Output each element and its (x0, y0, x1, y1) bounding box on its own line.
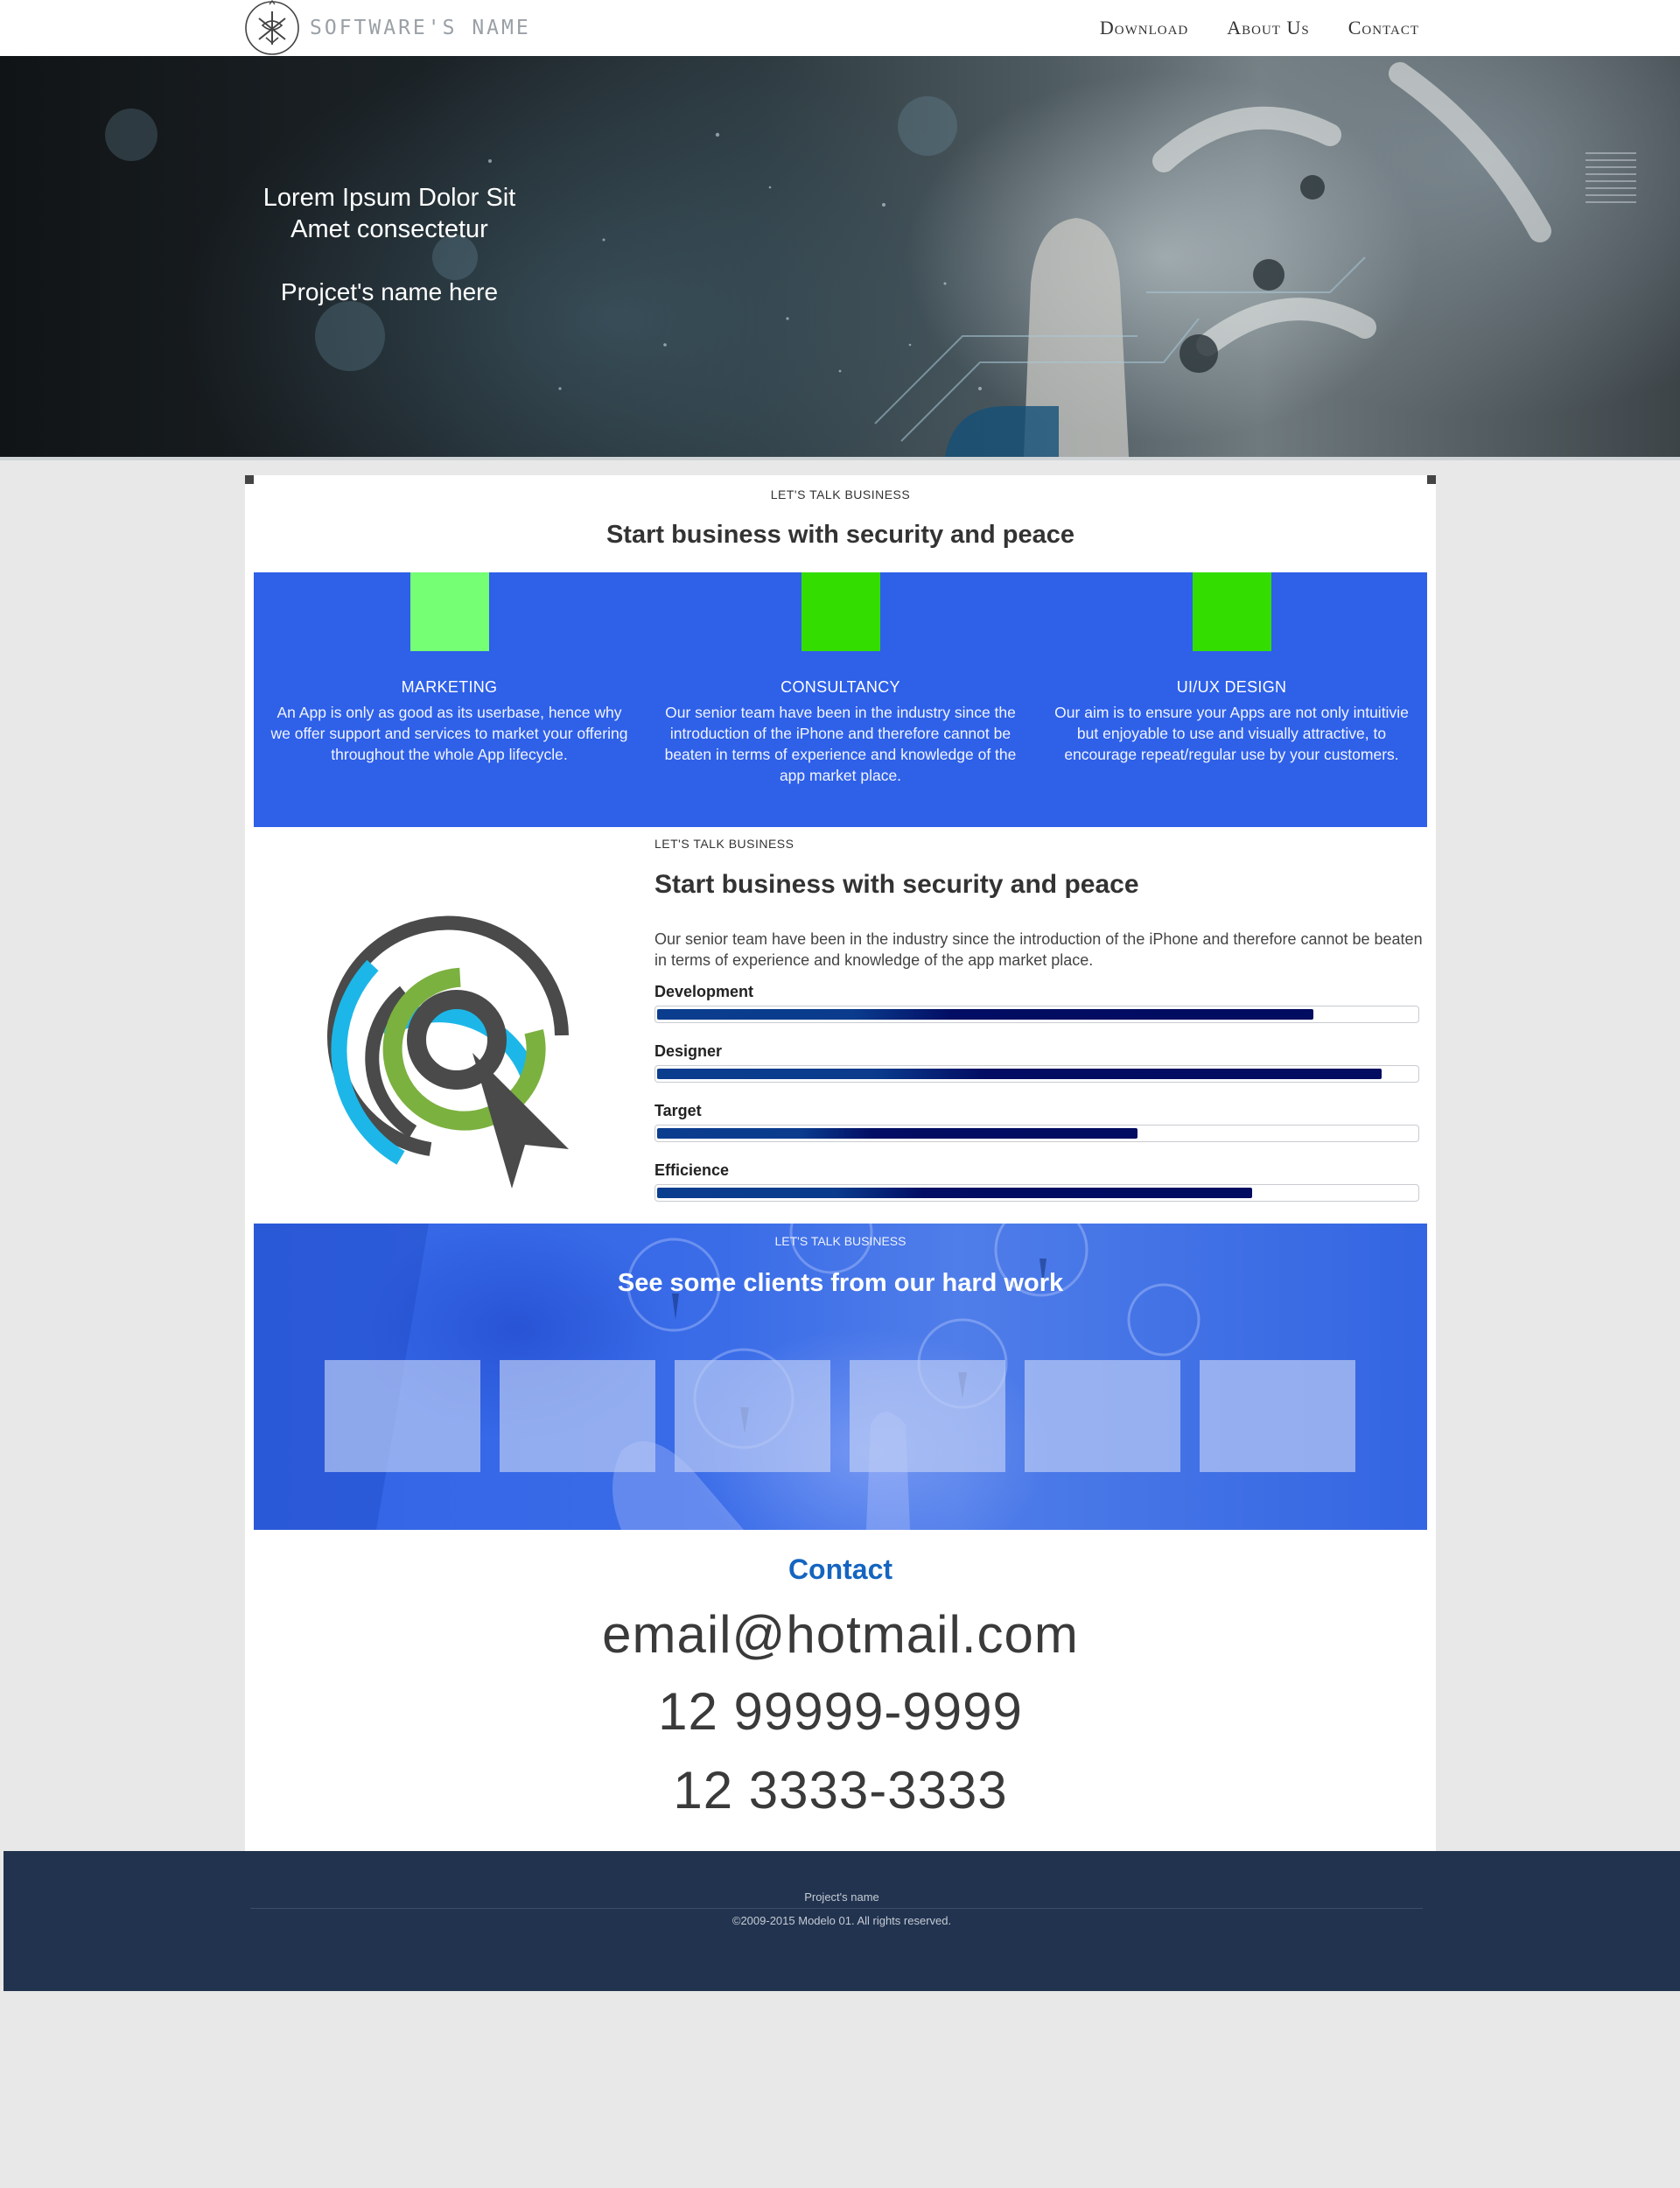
hero-banner: Lorem Ipsum Dolor Sit Amet consectetur P… (0, 56, 1680, 457)
progress-track (654, 1184, 1419, 1202)
service-text: Our senior team have been in the industr… (664, 704, 1017, 784)
skill-efficience: Efficience (654, 1161, 1419, 1202)
skill-label: Designer (654, 1042, 723, 1060)
skill-development: Development (654, 983, 1419, 1023)
corner-marker-left (245, 475, 254, 484)
client-logo[interactable] (850, 1360, 1005, 1472)
progress-fill (657, 1069, 1382, 1079)
skill-target: Target (654, 1102, 1419, 1142)
service-title: UI/UX Design (1176, 678, 1287, 696)
contact-phone-landline[interactable]: 12 3333-3333 (245, 1760, 1436, 1820)
client-logo[interactable] (325, 1360, 480, 1472)
client-logo[interactable] (1200, 1360, 1355, 1472)
nav-download-link[interactable]: Download (1100, 17, 1188, 39)
brand-name: Software's name (310, 17, 531, 39)
hero-title-line-2: Amet consectetur (290, 215, 488, 243)
main-content: Let's talk business Start business with … (245, 475, 1436, 1851)
skill-label: Efficience (654, 1161, 730, 1179)
contact-phone-mobile[interactable]: 12 99999-9999 (245, 1681, 1436, 1742)
progress-fill (657, 1009, 1313, 1020)
client-logo[interactable] (675, 1360, 830, 1472)
clients-band: Let's talk business See some clients fro… (254, 1224, 1427, 1530)
skill-label: Development (654, 983, 754, 1000)
service-title: Marketing (401, 678, 498, 696)
service-text: An App is only as good as its userbase, … (270, 704, 628, 763)
service-card-uiux: UI/UX Design Our aim is to ensure your A… (1036, 572, 1427, 827)
contact-title: Contact (788, 1553, 893, 1585)
hero-title: Lorem Ipsum Dolor Sit Amet consectetur (245, 182, 534, 245)
skill-label: Target (654, 1102, 702, 1119)
nav-contact-link[interactable]: Contact (1348, 17, 1419, 39)
progress-fill (657, 1128, 1138, 1139)
service-card-marketing: Marketing An App is only as good as its … (254, 572, 645, 827)
skill-designer: Designer (654, 1042, 1419, 1083)
services-band: Marketing An App is only as good as its … (254, 572, 1427, 827)
service-card-consultancy: Consultancy Our senior team have been in… (645, 572, 1036, 827)
skills-title: Start business with security and peace (654, 870, 1139, 899)
corner-marker-right (1427, 475, 1436, 484)
progress-fill (657, 1188, 1253, 1198)
top-navigation-bar: Software's name Download About Us Contac… (0, 0, 1680, 56)
client-logo[interactable] (1025, 1360, 1180, 1472)
footer-copyright: ©2009-2015 Modelo 01. All rights reserve… (732, 1914, 952, 1927)
progress-track (654, 1006, 1419, 1023)
footer-project-name: Project's name (804, 1890, 879, 1904)
progress-track (654, 1125, 1419, 1142)
client-logo[interactable] (500, 1360, 655, 1472)
clients-title: See some clients from our hard work (617, 1269, 1064, 1297)
progress-track (654, 1065, 1419, 1083)
service-title: Consultancy (780, 678, 900, 696)
crest-logo-icon (245, 0, 299, 55)
clients-eyebrow: Let's talk business (774, 1234, 906, 1248)
brand-logo[interactable]: Software's name (243, 0, 531, 56)
nav-about-link[interactable]: About Us (1227, 17, 1309, 39)
skills-eyebrow: Let's talk business (654, 837, 794, 851)
client-logos-row (325, 1360, 1355, 1472)
main-nav: Download About Us Contact (1100, 0, 1419, 56)
target-cursor-icon (327, 915, 569, 1189)
intro-title: Start business with security and peace (606, 521, 1075, 549)
consultancy-icon (801, 572, 880, 651)
contact-email[interactable]: email@hotmail.com (245, 1604, 1436, 1665)
hero-text-block: Lorem Ipsum Dolor Sit Amet consectetur P… (245, 182, 534, 306)
hero-project-name: Projcet's name here (280, 278, 499, 305)
footer-divider (250, 1908, 1423, 1909)
site-footer: Project's name ©2009-2015 Modelo 01. All… (4, 1851, 1680, 1991)
uiux-design-icon (1192, 572, 1271, 651)
hero-divider (0, 457, 1680, 460)
service-text: Our aim is to ensure your Apps are not o… (1054, 704, 1409, 763)
hero-title-line-1: Lorem Ipsum Dolor Sit (262, 184, 516, 212)
skills-description: Our senior team have been in the industr… (654, 930, 1423, 969)
marketing-icon (410, 572, 489, 651)
intro-eyebrow: Let's talk business (770, 487, 911, 501)
